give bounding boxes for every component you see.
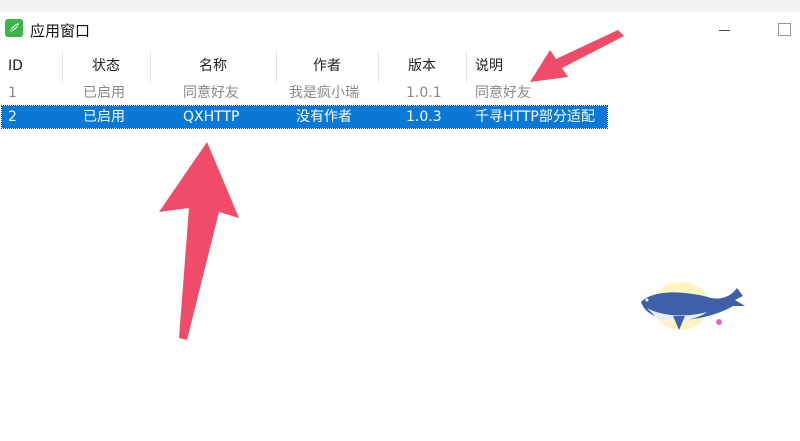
- cell-status: 已启用: [83, 109, 125, 125]
- title-bar[interactable]: 应用窗口: [0, 12, 800, 46]
- plugin-list[interactable]: ID 状态 名称 作者 版本 说明 1 已启用 同意好友 我是疯小瑞 1.0.1…: [0, 52, 800, 441]
- leaf-icon: [5, 19, 23, 37]
- cell-status: 已启用: [83, 85, 125, 101]
- column-divider[interactable]: [276, 52, 277, 82]
- cell-author: 我是疯小瑞: [289, 85, 359, 101]
- app-window: 应用窗口 ID 状态 名称 作者 版本 说明 1 已启用 同意好友 我是疯小瑞 …: [0, 12, 800, 441]
- window-title: 应用窗口: [30, 22, 91, 40]
- column-header-version[interactable]: 版本: [408, 52, 436, 80]
- column-header-name[interactable]: 名称: [199, 52, 227, 80]
- annotation-arrow-icon: [530, 30, 624, 82]
- cell-id: 2: [8, 109, 17, 125]
- annotation-arrow-icon: [159, 142, 239, 340]
- column-header-description[interactable]: 说明: [475, 52, 503, 80]
- table-row[interactable]: 1 已启用 同意好友 我是疯小瑞 1.0.1 同意好友: [2, 82, 607, 104]
- cell-description: 千寻HTTP部分适配: [475, 109, 595, 125]
- cell-id: 1: [8, 85, 17, 101]
- whale-icon: [641, 282, 745, 330]
- column-divider[interactable]: [378, 52, 379, 82]
- column-divider[interactable]: [466, 52, 467, 82]
- cell-version: 1.0.1: [406, 85, 442, 101]
- list-header: ID 状态 名称 作者 版本 说明: [0, 52, 800, 82]
- table-row-selected[interactable]: 2 已启用 QXHTTP 没有作者 1.0.3 千寻HTTP部分适配: [1, 105, 608, 129]
- cell-author: 没有作者: [296, 109, 352, 125]
- column-divider[interactable]: [150, 52, 151, 82]
- column-divider[interactable]: [62, 52, 63, 82]
- minimize-button[interactable]: [712, 18, 736, 40]
- maximize-button[interactable]: [774, 18, 798, 40]
- column-header-id[interactable]: ID: [8, 52, 23, 80]
- cell-name: QXHTTP: [183, 109, 240, 125]
- cell-version: 1.0.3: [406, 109, 442, 125]
- column-header-status[interactable]: 状态: [92, 52, 120, 80]
- cell-name: 同意好友: [183, 85, 239, 101]
- column-header-author[interactable]: 作者: [313, 52, 341, 80]
